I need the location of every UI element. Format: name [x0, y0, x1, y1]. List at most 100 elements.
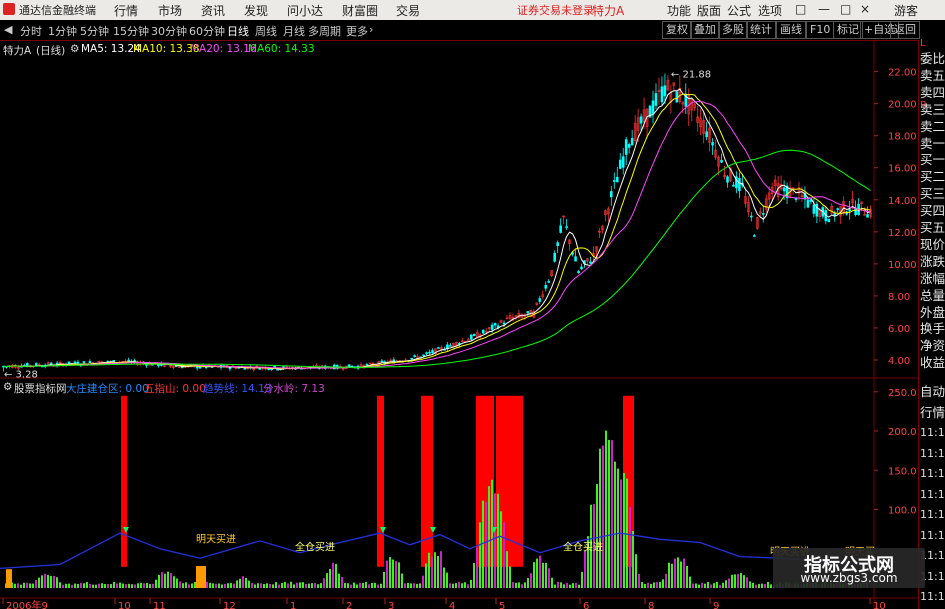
candle-body [365, 364, 369, 366]
period-more[interactable]: 更多 [346, 23, 368, 39]
period-60min[interactable]: 60分钟 [189, 23, 225, 39]
menu-hangqing[interactable]: 行情 [114, 2, 138, 19]
quote-item[interactable]: 收益 [920, 352, 945, 373]
period-15min[interactable]: 15分钟 [113, 23, 149, 39]
candle-body [472, 333, 476, 336]
candle-body [502, 322, 506, 325]
price-tick-label: 4.00 [888, 356, 910, 367]
f10-button[interactable]: F10 [806, 21, 835, 39]
candle-body [827, 218, 831, 223]
price-tick-label: 20.00 [888, 100, 917, 111]
candle-body [866, 214, 869, 218]
candle-body [481, 329, 485, 334]
quote-panel: L R 委比 卖五 卖四 卖三 卖二 卖一 买一 买二 买三 买四 买五 现价 涨跌 涨幅 总量 外盘 换手 净资… [918, 38, 945, 609]
login-status[interactable]: 证券交易未登录 [517, 2, 594, 18]
close-icon[interactable]: × [860, 2, 870, 16]
candle-body [553, 253, 556, 262]
auto-quote-item[interactable]: 行情 [920, 402, 945, 423]
menu-gongneng[interactable]: 功能 [667, 2, 691, 19]
period-daily[interactable]: 日线 [227, 23, 249, 39]
more-chevron-icon[interactable]: › [369, 23, 373, 36]
candle-body [753, 235, 756, 237]
indicator-chart: 明天买进全仓买进全仓买进明天买进明天买 [0, 395, 875, 588]
candle-body [73, 361, 77, 364]
price-tick-label: 6.00 [888, 324, 910, 335]
candle-body [612, 180, 616, 182]
time-label: 11 [153, 601, 166, 609]
candle-body [258, 368, 262, 370]
price-tick-label: 12.00 [888, 228, 917, 239]
candle-body [544, 285, 548, 289]
user-icon[interactable]: □ [795, 2, 806, 16]
diejia-button[interactable]: 叠加 [690, 21, 720, 39]
candle-body [493, 323, 497, 326]
watermark: 指标公式网 www.zbgs3.com [773, 548, 925, 588]
time-label: 1 [290, 601, 296, 609]
menu-faxian[interactable]: 发现 [244, 2, 268, 19]
app-logo-icon [3, 3, 15, 15]
title-bar: 通达信金融终端 行情 市场 资讯 发现 问小达 财富圈 交易 证券交易未登录 特… [0, 0, 945, 21]
wuzhishan-bar [121, 395, 127, 567]
price-tick-label: 10.00 [888, 260, 917, 271]
time-label: 9 [713, 601, 719, 609]
auto-quote-item[interactable]: 自动 [920, 381, 945, 402]
candle-body [654, 93, 658, 106]
signal-label: 明天买进 [196, 533, 236, 545]
ma20-line [3, 101, 871, 369]
tick-time: 11:1 [920, 467, 945, 480]
minimize-icon[interactable]: — [818, 2, 830, 16]
guest-button[interactable]: 游客 [894, 2, 918, 19]
candle-body [574, 256, 577, 262]
tick-time: 11:1 [920, 487, 945, 501]
candle-body [174, 365, 178, 367]
signal-label: 全仓买进 [563, 540, 603, 553]
period-monthly[interactable]: 月线 [283, 23, 305, 39]
period-fenshi[interactable]: 分时 [20, 23, 42, 39]
period-5min[interactable]: 5分钟 [80, 23, 109, 39]
candle-body [738, 178, 741, 191]
time-label: 5 [499, 601, 505, 609]
period-collapse-icon[interactable]: ◀ [4, 23, 12, 36]
back-button[interactable]: 返回 [890, 21, 920, 39]
watermark-url: www.zbgs3.com [800, 571, 898, 585]
tongji-button[interactable]: 统计 [746, 21, 776, 39]
candle-body [651, 100, 655, 115]
restore-icon[interactable]: □ [840, 2, 851, 16]
tick-time: 11:1 [920, 426, 945, 439]
biaoji-button[interactable]: 标记 [833, 21, 863, 39]
menu-wenxiaoda[interactable]: 问小达 [287, 2, 323, 19]
jiancang-bar [6, 569, 12, 588]
duogu-button[interactable]: 多股 [718, 21, 748, 39]
candle-body [806, 199, 810, 208]
candle-body [627, 144, 631, 148]
fuquan-button[interactable]: 复权 [662, 21, 692, 39]
wuzhishan-bar [377, 395, 384, 567]
candle-body [538, 298, 542, 302]
candle-body [49, 362, 53, 366]
menu-jiaoyi[interactable]: 交易 [396, 2, 420, 19]
huaxian-button[interactable]: 画线 [776, 21, 806, 39]
period-multi[interactable]: 多周期 [308, 23, 341, 39]
price-tick-label: 16.00 [888, 164, 917, 175]
candle-body [380, 360, 384, 363]
candlestick-chart: ← 21.88 ← 3.28 [2, 70, 872, 381]
candle-body [577, 271, 580, 274]
candle-body [559, 225, 562, 233]
candle-body [618, 159, 622, 169]
menu-xuanxiang[interactable]: 选项 [758, 2, 782, 19]
period-30min[interactable]: 30分钟 [151, 23, 187, 39]
menu-banmian[interactable]: 版面 [697, 2, 721, 19]
time-label: 6 [583, 601, 589, 609]
tick-time: 11:1 [920, 528, 945, 542]
period-weekly[interactable]: 周线 [255, 23, 277, 39]
tick-time: 11:1 [920, 446, 945, 460]
time-label: 2006年9 [6, 599, 48, 609]
menu-caifuquan[interactable]: 财富圈 [342, 2, 378, 19]
price-tick-label: 14.00 [888, 196, 917, 207]
candle-body [469, 334, 473, 340]
period-1min[interactable]: 1分钟 [48, 23, 77, 39]
menu-gongshi[interactable]: 公式 [727, 2, 751, 19]
candle-body [761, 213, 765, 215]
menu-zixun[interactable]: 资讯 [201, 2, 225, 19]
menu-shichang[interactable]: 市场 [158, 2, 182, 19]
